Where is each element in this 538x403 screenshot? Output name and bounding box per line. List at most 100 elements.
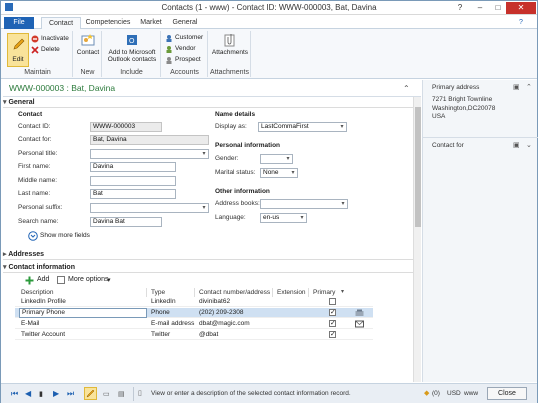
cell-type: E-mail address bbox=[151, 320, 195, 327]
table-row[interactable]: LinkedIn Profile LinkedIn divinibat62 bbox=[15, 297, 373, 307]
company-label[interactable]: www bbox=[464, 390, 478, 397]
contact-id-field[interactable]: WWW-000003 bbox=[90, 122, 162, 132]
expand-circle-icon bbox=[28, 231, 38, 241]
ribbon: Edit Inactivate Delete Maintain Contact … bbox=[1, 29, 537, 79]
more-options-button[interactable]: More options ▾ bbox=[57, 275, 119, 285]
cell-extension bbox=[275, 330, 309, 340]
table-row-selected[interactable]: Primary Phone Phone (202) 209-2308 ✓ bbox=[15, 308, 373, 318]
currency-label[interactable]: USD bbox=[447, 390, 461, 397]
first-name-label: First name: bbox=[18, 163, 51, 170]
contact-subheader: Contact bbox=[18, 111, 43, 118]
group-include: O Add to Microsoft Outlook contacts Incl… bbox=[103, 31, 161, 77]
marital-status-select[interactable]: None ▾ bbox=[260, 168, 298, 178]
add-to-outlook-button[interactable]: O Add to Microsoft Outlook contacts bbox=[105, 33, 159, 63]
search-name-field[interactable]: Davina Bat bbox=[90, 217, 162, 227]
chevron-down-icon: ▾ bbox=[107, 277, 111, 284]
factbox-options-icon[interactable]: ▣ bbox=[513, 141, 520, 149]
personal-info-subheader: Personal information bbox=[215, 142, 281, 149]
column-header-primary[interactable]: Primary bbox=[311, 288, 345, 297]
contact-for-field[interactable]: Bat, Davina bbox=[90, 135, 209, 145]
column-header-description[interactable]: Description bbox=[19, 288, 147, 297]
gender-select[interactable]: ▾ bbox=[260, 154, 293, 164]
personal-title-select[interactable]: ▾ bbox=[90, 149, 209, 159]
status-bar: ⏮ ◀ ▮ ▶ ⏭ ▭ ▤ ▯ View or enter a descript… bbox=[1, 383, 537, 403]
tab-market[interactable]: Market bbox=[137, 17, 165, 29]
inactivate-button[interactable]: Inactivate bbox=[31, 34, 69, 43]
last-record-button[interactable]: ⏭ bbox=[67, 389, 74, 399]
edit-mode-toggle[interactable] bbox=[84, 387, 97, 400]
address-block: 7271 Bright Townline Washington,DC20078 … bbox=[432, 96, 496, 120]
close-button[interactable]: Close bbox=[487, 387, 527, 400]
tab-file[interactable]: File bbox=[4, 17, 34, 29]
delete-button[interactable]: Delete bbox=[31, 45, 60, 54]
record-header: WWW-000003 : Bat, Davina ⌃ bbox=[3, 80, 421, 97]
close-window-button[interactable]: ✕ bbox=[506, 2, 536, 14]
chevron-down-icon: ▾ bbox=[341, 201, 345, 207]
address-books-select[interactable]: ▾ bbox=[260, 199, 348, 209]
notification-icon[interactable]: ◆ bbox=[424, 389, 429, 397]
previous-record-button[interactable]: ◀ bbox=[25, 389, 31, 399]
cell-type: Twitter bbox=[151, 331, 171, 338]
attach-icon[interactable]: ▤ bbox=[118, 390, 125, 400]
vendor-button[interactable]: Vendor bbox=[165, 44, 196, 53]
primary-checkbox[interactable]: ✓ bbox=[329, 320, 336, 327]
email-icon[interactable] bbox=[355, 320, 364, 328]
first-record-button[interactable]: ⏮ bbox=[11, 389, 18, 399]
scrollbar-thumb[interactable] bbox=[415, 107, 421, 227]
prospect-button[interactable]: Prospect bbox=[165, 55, 201, 64]
add-contact-info-button[interactable]: Add bbox=[25, 275, 55, 285]
attachments-button[interactable]: Attachments bbox=[211, 33, 249, 56]
factbox-options-icon[interactable]: ▣ bbox=[513, 83, 520, 91]
column-header-extension[interactable]: Extension bbox=[275, 288, 309, 297]
last-name-field[interactable]: Bat bbox=[90, 189, 176, 199]
pencil-icon bbox=[86, 389, 95, 398]
tab-competencies[interactable]: Competencies bbox=[83, 17, 133, 29]
factbox-pane: Primary address ▣ ⌃ 7271 Bright Townline… bbox=[422, 80, 538, 382]
primary-checkbox[interactable] bbox=[329, 298, 336, 305]
other-info-subheader: Other information bbox=[215, 188, 270, 195]
new-contact-button[interactable]: Contact bbox=[76, 33, 100, 56]
group-label-attachments: Attachments bbox=[210, 69, 249, 76]
phone-icon[interactable] bbox=[355, 309, 364, 317]
language-select[interactable]: en-us ▾ bbox=[260, 213, 307, 223]
column-header-contact[interactable]: Contact number/address bbox=[197, 288, 273, 297]
column-header-type[interactable]: Type bbox=[149, 288, 195, 297]
contact-info-section-header[interactable]: ▾ Contact information bbox=[3, 263, 413, 273]
display-as-select[interactable]: LastCommaFirst ▾ bbox=[258, 122, 347, 132]
collapse-icon[interactable]: ⌃ bbox=[526, 83, 532, 91]
group-accounts: Customer Vendor Prospect Accounts bbox=[162, 31, 208, 77]
contact-for-label: Contact for: bbox=[18, 136, 52, 143]
vertical-scrollbar[interactable] bbox=[413, 97, 421, 382]
app-icon bbox=[3, 2, 15, 14]
paperclip-icon bbox=[224, 34, 235, 47]
document-icon: ▯ bbox=[138, 390, 142, 397]
primary-checkbox[interactable]: ✓ bbox=[329, 309, 336, 316]
chevron-down-icon: ▾ bbox=[202, 151, 206, 157]
expand-icon[interactable]: ⌄ bbox=[526, 141, 532, 149]
new-record-icon[interactable]: ▭ bbox=[103, 390, 110, 400]
notification-count: (0) bbox=[432, 390, 440, 397]
first-name-field[interactable]: Davina bbox=[90, 162, 176, 172]
expand-header-icon[interactable]: ⌃ bbox=[403, 84, 410, 93]
addresses-section-header[interactable]: ▸ Addresses bbox=[3, 250, 413, 260]
contact-card-icon bbox=[81, 34, 95, 46]
tab-general[interactable]: General bbox=[169, 17, 201, 29]
middle-name-field[interactable] bbox=[90, 176, 176, 186]
edit-button[interactable]: Edit bbox=[7, 33, 29, 67]
ribbon-help-icon[interactable]: ? bbox=[515, 17, 527, 29]
cell-description: E-Mail bbox=[21, 320, 40, 327]
customer-button[interactable]: Customer bbox=[165, 33, 203, 42]
customer-icon bbox=[166, 35, 172, 42]
table-row[interactable]: E-Mail E-mail address dbat@magic.com ✓ bbox=[15, 319, 373, 329]
delete-icon bbox=[31, 46, 39, 54]
cell-contact: divinibat62 bbox=[199, 298, 231, 305]
next-record-button[interactable]: ▶ bbox=[53, 389, 59, 399]
cell-description-editor[interactable]: Primary Phone bbox=[19, 308, 147, 318]
table-row[interactable]: Twitter Account Twitter @dbat ✓ bbox=[15, 330, 373, 340]
primary-checkbox[interactable]: ✓ bbox=[329, 331, 336, 338]
help-button[interactable]: ? bbox=[449, 2, 471, 14]
general-section-header[interactable]: ▾ General bbox=[3, 98, 413, 108]
divider bbox=[423, 137, 538, 138]
filter-icon[interactable]: ▾ bbox=[341, 288, 344, 295]
personal-suffix-select[interactable]: ▾ bbox=[90, 203, 209, 213]
